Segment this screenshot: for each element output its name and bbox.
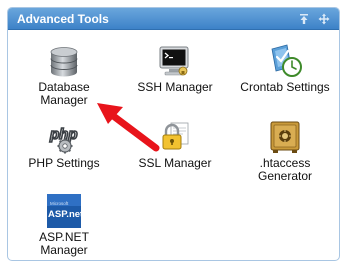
ssl-lock-icon [162, 122, 189, 150]
tool-php-settings[interactable]: php PHP Settings [14, 119, 114, 177]
tool-database-manager[interactable]: Database Manager [14, 43, 114, 113]
tool-ssl-manager[interactable]: SSL Manager [125, 119, 225, 177]
crontab-clock-icon [271, 44, 302, 77]
panel-body: Database Manager SSH Manager Crontab Set… [8, 31, 339, 260]
tool-label: PHP Settings [28, 156, 100, 170]
database-icon [50, 47, 78, 77]
tool-label: SSH Manager [137, 80, 213, 94]
tool-ssh-manager[interactable]: SSH Manager [125, 43, 225, 101]
tool-label: Database Manager [38, 80, 90, 107]
panel-header: Advanced Tools [8, 8, 339, 30]
terminal-icon [159, 46, 189, 76]
tool-aspnet-manager[interactable]: Microsoft ASP.net ASP.NET Manager [14, 193, 114, 260]
aspnet-icon: Microsoft ASP.net [47, 194, 82, 228]
panel-title: Advanced Tools [17, 12, 109, 26]
tool-label: .htaccess Generator [257, 156, 313, 183]
aspnet-big-text: ASP.net [48, 209, 82, 220]
tool-htaccess-generator[interactable]: .htaccess Generator [235, 119, 335, 189]
collapse-icon[interactable] [298, 13, 310, 25]
tool-label: ASP.NET Manager [39, 230, 89, 257]
safe-icon [270, 121, 300, 153]
advanced-tools-panel: Advanced Tools Database Manager SSH Mana… [7, 7, 340, 261]
move-icon[interactable] [318, 13, 330, 25]
tool-label: Crontab Settings [240, 80, 330, 94]
tool-crontab-settings[interactable]: Crontab Settings [235, 43, 335, 101]
aspnet-small-text: Microsoft [50, 201, 69, 206]
tool-label: SSL Manager [138, 156, 212, 170]
php-icon: php [48, 125, 78, 154]
